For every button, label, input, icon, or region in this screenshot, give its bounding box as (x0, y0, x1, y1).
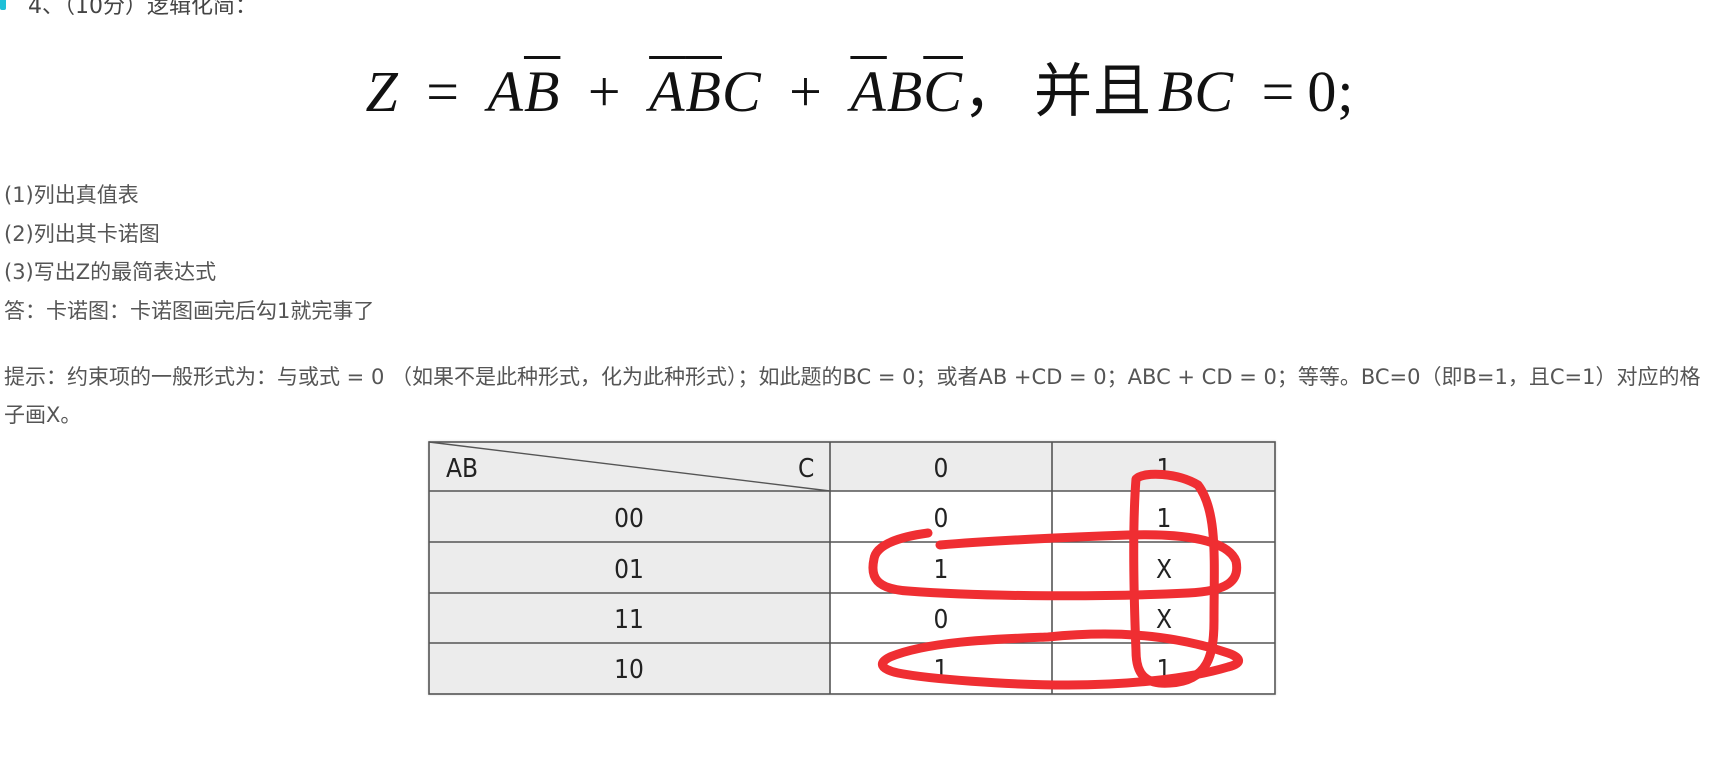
term1-a: A (487, 59, 524, 124)
kmap-row-label-11: 11 (614, 605, 644, 635)
karnaugh-map-svg: AB C 0 1 00 01 11 10 0 1 1 X 0 X 1 1 (428, 441, 1276, 695)
heading-accent-bar (0, 0, 6, 10)
term2-c: C (721, 59, 762, 124)
answer-line: 答：卡诺图：卡诺图画完后勾1就完事了 (4, 298, 375, 323)
formula-condition-vars: BC (1157, 59, 1235, 124)
kmap-corner-ab: AB (446, 454, 478, 484)
kmap-row-label-10: 10 (614, 655, 644, 685)
kmap-corner-c: C (798, 454, 814, 484)
formula-condition-value: 0; (1307, 59, 1355, 124)
kmap-cell-11-0: 0 (934, 605, 949, 635)
kmap-cell-00-1: 1 (1157, 504, 1172, 534)
formula-lhs: Z (365, 59, 399, 124)
term3-a-bar: A (850, 59, 887, 124)
kmap-cell-01-1: X (1156, 555, 1172, 585)
term2-b-bar: B (685, 59, 722, 124)
formula-condition-text: 并且 (1033, 59, 1152, 124)
formula-comma: ， (962, 59, 1022, 124)
kmap-row-label-01: 01 (614, 555, 644, 585)
formula-condition-equals: = (1261, 59, 1296, 124)
karnaugh-map-image: AB C 0 1 00 01 11 10 0 1 1 X 0 X 1 1 (428, 441, 1276, 695)
formula-plus-1: + (587, 59, 622, 124)
kmap-cell-11-1: X (1156, 605, 1172, 635)
term3-c-bar: C (923, 59, 963, 124)
kmap-header-bg (428, 441, 1276, 491)
question-part-1: (1)列出真值表 (4, 183, 139, 207)
formula-plus-2: + (789, 59, 823, 124)
question-part-2: (2)列出其卡诺图 (4, 221, 160, 246)
term1-b-bar: B (523, 59, 561, 124)
kmap-row-label-00: 00 (614, 504, 644, 534)
term3-b: B (886, 59, 924, 124)
kmap-cell-00-0: 0 (934, 504, 949, 534)
question-heading: 4、（10分）逻辑化简： (28, 0, 257, 19)
formula-equals: = (426, 59, 461, 124)
boolean-formula: Z = AB + ABC + ABC， 并且 BC = 0; (0, 44, 1720, 128)
term2-a-bar: A (649, 59, 686, 124)
question-part-3: (3)写出Z的最简表达式 (4, 260, 217, 284)
kmap-col-header-0: 0 (934, 454, 949, 484)
hint-paragraph: 提示：约束项的一般形式为：与或式 = 0 （如果不是此种形式，化为此种形式）；如… (4, 365, 1701, 427)
question-parts: (1)列出真值表 (2)列出其卡诺图 (3)写出Z的最简表达式 答：卡诺图：卡诺… (4, 176, 374, 330)
kmap-cell-01-0: 1 (934, 555, 949, 585)
